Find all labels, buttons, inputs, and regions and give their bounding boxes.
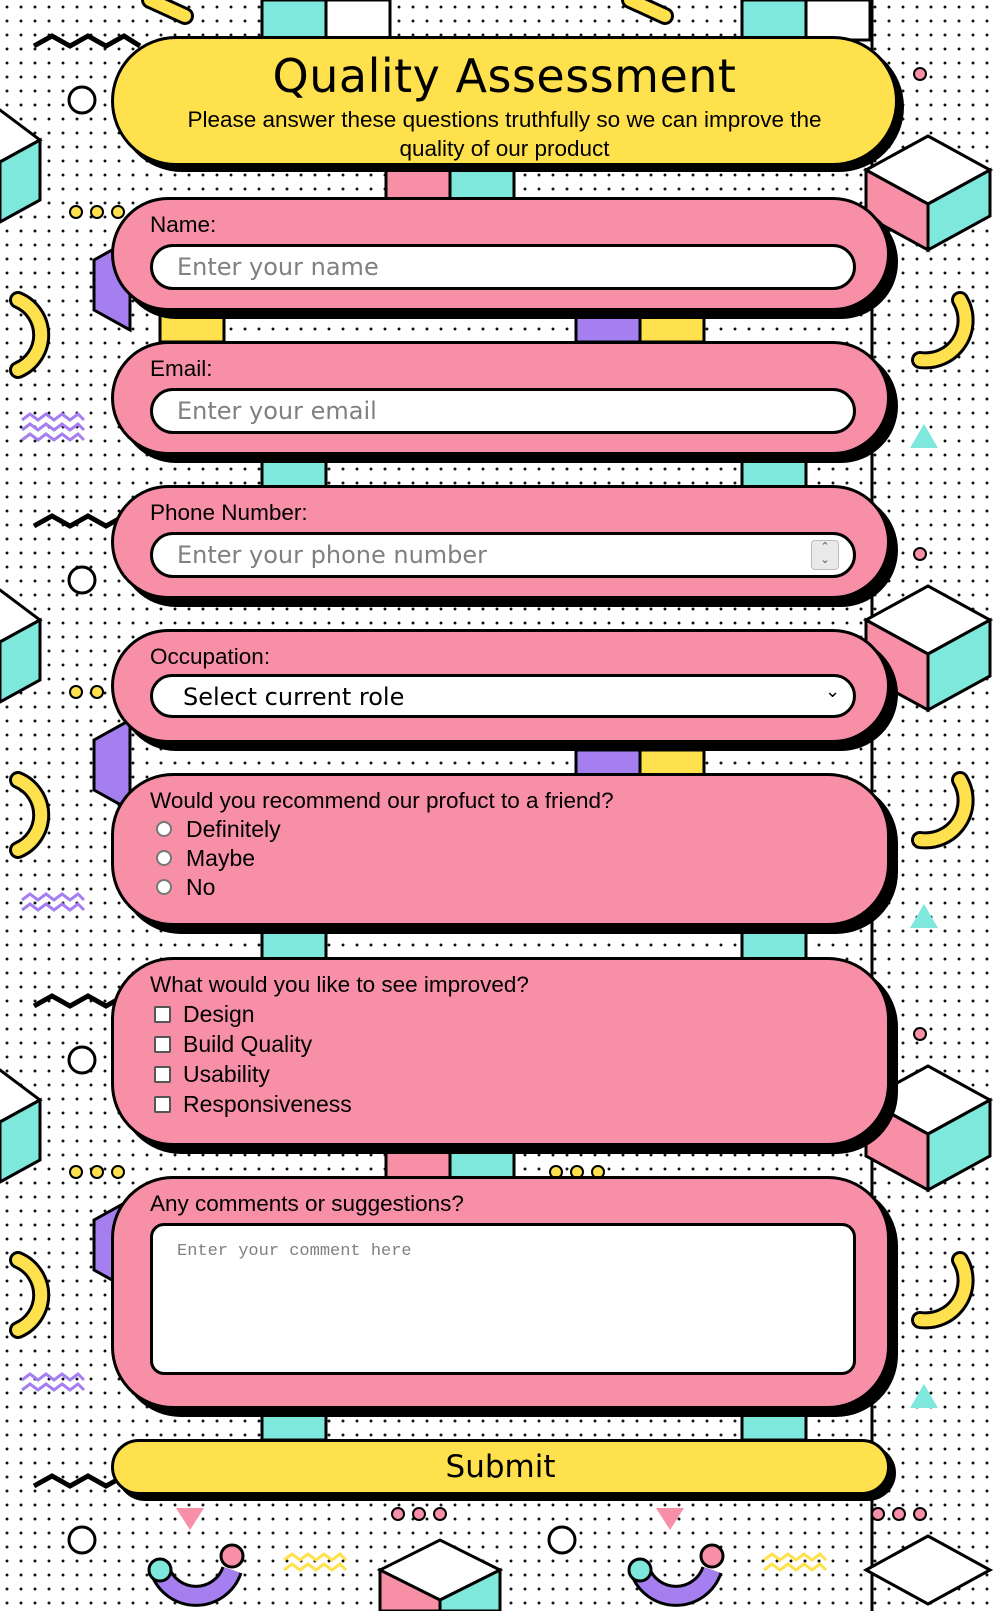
improve-card: What would you like to see improved? Des… [111, 957, 890, 1146]
occupation-label: Occupation: [150, 644, 271, 669]
name-card: Name: [111, 197, 890, 311]
phone-card: Phone Number: ⌃ ⌄ [111, 485, 890, 599]
occupation-select[interactable]: Select current role ⌄ [150, 674, 856, 718]
radio-button[interactable] [156, 879, 172, 895]
name-label: Name: [150, 212, 217, 237]
recommend-question: Would you recommend our profuct to a fri… [150, 788, 614, 813]
radio-label: Definitely [186, 816, 281, 842]
email-card: Email: [111, 341, 890, 455]
improve-question: What would you like to see improved? [150, 972, 529, 997]
occupation-card: Occupation: Select current role ⌄ [111, 629, 890, 743]
radio-label: No [186, 874, 216, 900]
radio-button[interactable] [156, 850, 172, 866]
page-subtitle: Please answer these questions truthfully… [187, 107, 822, 161]
radio-label: Maybe [186, 845, 256, 871]
comment-textarea[interactable] [150, 1223, 856, 1375]
comments-card: Any comments or suggestions? [111, 1176, 890, 1409]
page-title: Quality Assessment [272, 49, 737, 103]
form-header: Quality Assessment Please answer these q… [111, 36, 898, 166]
recommend-card: Would you recommend our profuct to a fri… [111, 773, 890, 926]
checkbox[interactable] [154, 1036, 171, 1053]
checkbox-label: Design [183, 1001, 255, 1027]
chevron-down-icon: ⌄ [825, 681, 841, 701]
email-label: Email: [150, 356, 213, 381]
checkbox-label: Usability [183, 1061, 270, 1087]
comments-label: Any comments or suggestions? [150, 1191, 464, 1216]
checkbox[interactable] [154, 1096, 171, 1113]
checkbox[interactable] [154, 1066, 171, 1083]
name-input[interactable] [150, 244, 856, 290]
occupation-selected-value: Select current role [183, 683, 405, 711]
email-input[interactable] [150, 388, 856, 434]
chevron-up-icon[interactable]: ⌃ [812, 541, 838, 554]
submit-button[interactable]: Submit [111, 1439, 890, 1495]
phone-input[interactable] [150, 532, 856, 578]
quality-assessment-form: Quality Assessment Please answer these q… [0, 0, 994, 1611]
checkbox-label: Build Quality [183, 1031, 313, 1057]
phone-label: Phone Number: [150, 500, 308, 525]
phone-spinner[interactable]: ⌃ ⌄ [811, 540, 839, 570]
checkbox-label: Responsiveness [183, 1091, 352, 1117]
checkbox[interactable] [154, 1006, 171, 1023]
chevron-down-icon[interactable]: ⌄ [812, 554, 838, 567]
radio-button[interactable] [156, 821, 172, 837]
